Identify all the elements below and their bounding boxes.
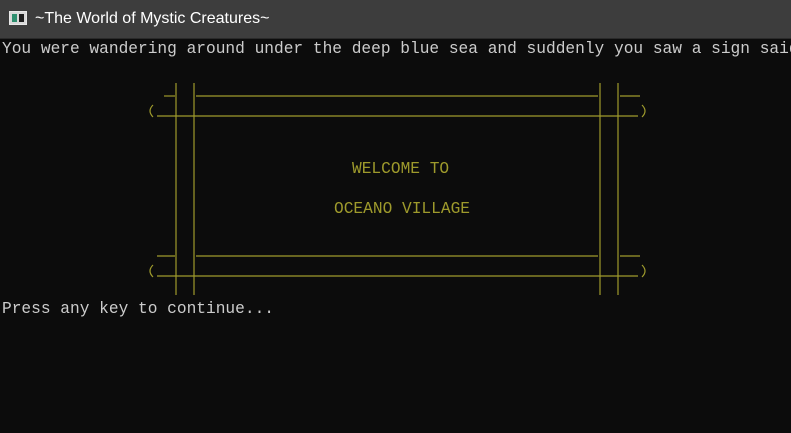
sign-village-name: OCEANO VILLAGE <box>334 200 470 218</box>
top-left-cap <box>149 104 154 118</box>
top-right-cap <box>641 104 646 118</box>
ascii-sign-frame <box>149 83 646 295</box>
title-bar[interactable]: ~The World of Mystic Creatures~ <box>0 0 791 39</box>
console-window: ~The World of Mystic Creatures~ You were… <box>0 0 791 433</box>
bottom-left-cap <box>149 264 154 278</box>
ascii-sign: WELCOME TO OCEANO VILLAGE <box>0 79 791 299</box>
console-output[interactable]: You were wandering around under the deep… <box>0 39 791 433</box>
continue-prompt: Press any key to continue... <box>2 300 274 318</box>
bottom-right-cap <box>641 264 646 278</box>
sign-welcome-text: WELCOME TO <box>352 160 450 178</box>
console-app-icon[interactable] <box>9 11 27 25</box>
intro-text: You were wandering around under the deep… <box>2 40 791 58</box>
window-title: ~The World of Mystic Creatures~ <box>35 10 270 27</box>
